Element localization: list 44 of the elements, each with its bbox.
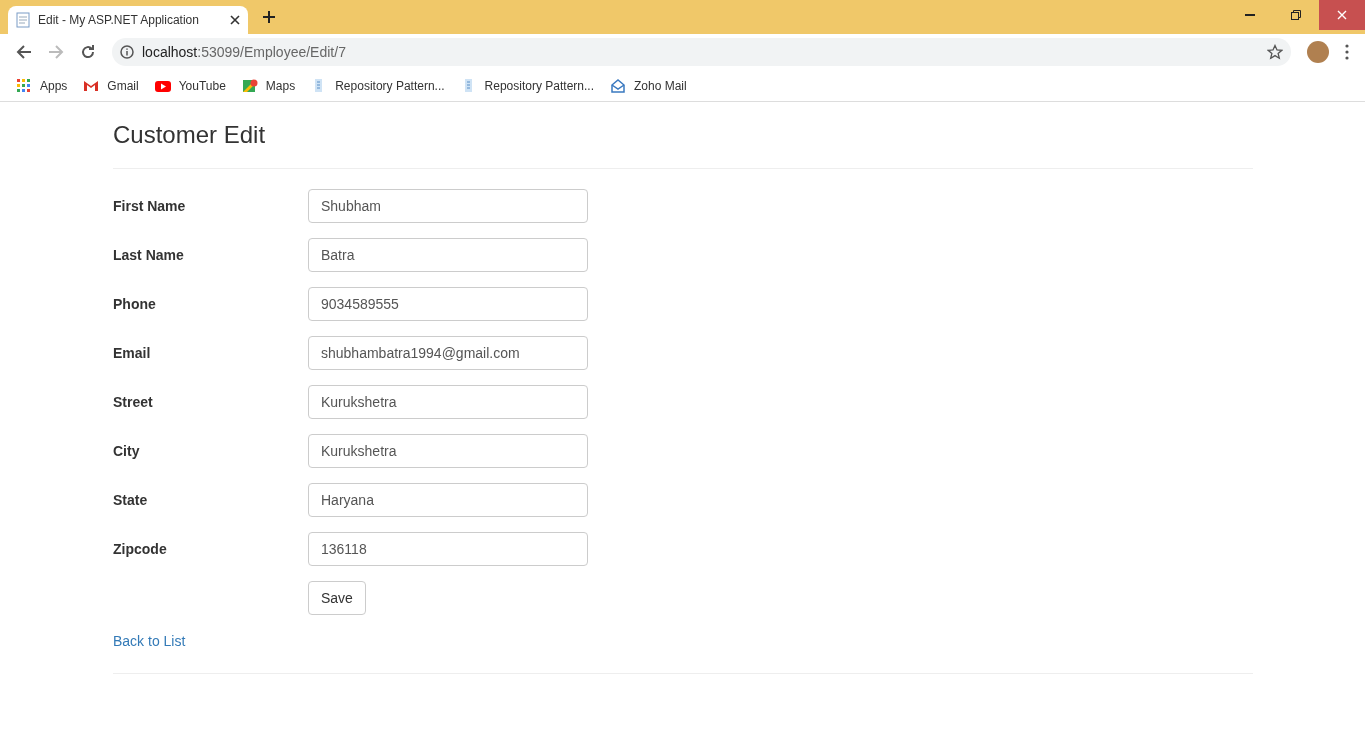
restore-icon	[1291, 10, 1301, 20]
page-title: Customer Edit	[113, 122, 267, 149]
bookmark-item[interactable]: Zoho Mail	[610, 76, 687, 95]
field-label: Email	[113, 343, 152, 363]
text-field[interactable]: shubhambatra1994@gmail.com	[308, 336, 588, 371]
bookmark-item[interactable]: Maps	[241, 76, 296, 95]
field-label: State	[113, 490, 149, 510]
save-button[interactable]: Save	[308, 581, 366, 616]
plus-icon[interactable]	[262, 10, 276, 24]
close-icon	[1337, 10, 1347, 20]
page-icon	[16, 12, 30, 28]
text-field[interactable]: Haryana	[308, 483, 588, 518]
envelope-icon	[610, 77, 626, 94]
text-field[interactable]: 136118	[308, 532, 588, 567]
field-label: City	[113, 441, 141, 461]
menu-icon[interactable]	[1345, 44, 1349, 60]
star-icon[interactable]	[1267, 44, 1283, 60]
field-label: Last Name	[113, 245, 185, 265]
field-label: First Name	[113, 196, 187, 216]
field-label: Street	[113, 392, 154, 412]
minimize-icon	[1245, 14, 1255, 16]
field-label: Phone	[113, 294, 157, 314]
avatar-icon[interactable]	[1307, 41, 1329, 63]
bookmark-item[interactable]: Repository Pattern...	[460, 76, 594, 95]
bookmark-item[interactable]: Repository Pattern...	[311, 76, 445, 95]
back-link[interactable]: Back to List	[113, 633, 186, 650]
text-field[interactable]: Kurukshetra	[308, 434, 588, 469]
apps-grid-icon	[16, 77, 32, 94]
close-icon[interactable]	[230, 15, 240, 25]
text-field[interactable]: Kurukshetra	[308, 385, 588, 420]
text-field[interactable]: Shubham	[308, 189, 588, 224]
text-field[interactable]: Batra	[308, 238, 588, 273]
bookmark-item[interactable]: Apps	[16, 76, 68, 95]
field-label: Zipcode	[113, 539, 168, 559]
bookmark-item[interactable]: YouTube	[154, 76, 226, 95]
info-icon	[120, 45, 134, 59]
address-bar[interactable]: localhost:53099/Employee/Edit/7	[112, 38, 1291, 66]
bookmark-item[interactable]: Gmail	[83, 76, 139, 95]
reload-icon[interactable]	[80, 44, 96, 60]
browser-tab[interactable]: Edit - My ASP.NET Application	[8, 6, 248, 34]
text-field[interactable]: 9034589555	[308, 287, 588, 322]
map-icon	[241, 77, 258, 94]
back-icon[interactable]	[16, 44, 32, 60]
url-text: localhost:53099/Employee/Edit/7	[142, 42, 347, 62]
